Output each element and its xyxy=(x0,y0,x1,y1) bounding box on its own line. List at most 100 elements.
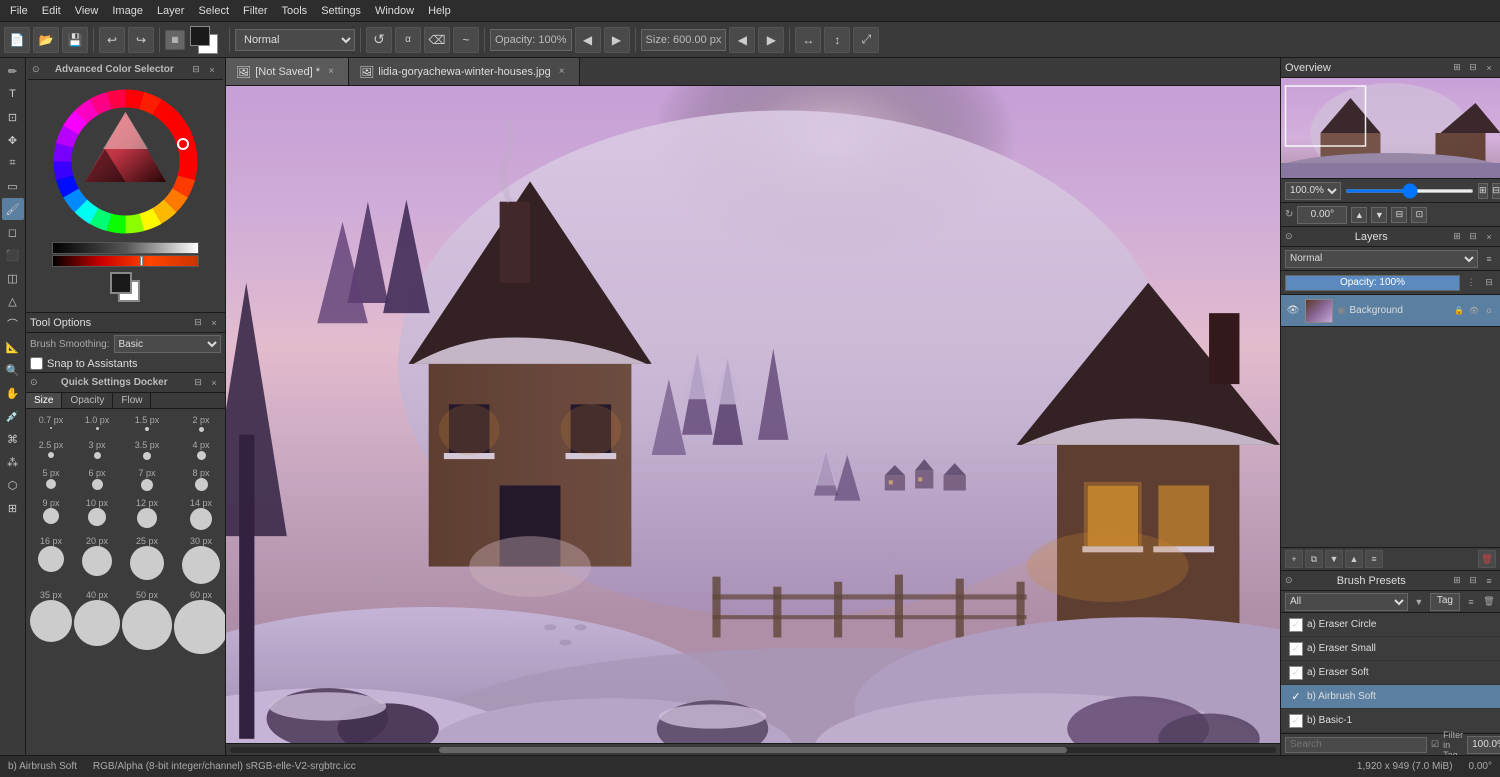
opacity-down-btn[interactable]: ◀ xyxy=(575,27,601,53)
brush-size-item-8[interactable]: 5 px xyxy=(30,468,72,492)
menu-image[interactable]: Image xyxy=(106,3,149,19)
layers-delete-btn[interactable]: 🗑 xyxy=(1478,550,1496,568)
qs-tab-opacity[interactable]: Opacity xyxy=(62,393,113,408)
menu-file[interactable]: File xyxy=(4,3,34,19)
layers-close-btn[interactable]: × xyxy=(1482,230,1496,244)
brush-size-item-0[interactable]: 0.7 px xyxy=(30,415,72,434)
open-button[interactable]: 📂 xyxy=(33,27,59,53)
rotation-reset-btn[interactable]: ⊟ xyxy=(1391,207,1407,223)
brush-size-item-10[interactable]: 7 px xyxy=(122,468,172,492)
brush-presets-maximize-btn[interactable]: ⊞ xyxy=(1450,574,1464,588)
brush-size-item-9[interactable]: 6 px xyxy=(74,468,120,492)
pattern-button[interactable]: ▦ xyxy=(165,30,185,50)
canvas-scroll-thumb-h[interactable] xyxy=(439,747,1067,753)
value-slider[interactable] xyxy=(52,242,199,254)
tool-transform[interactable]: ⌗ xyxy=(2,152,24,174)
canvas-size-btn[interactable]: ⊡ xyxy=(1411,207,1427,223)
canvas-painting[interactable] xyxy=(226,86,1280,743)
redo-button[interactable]: ↪ xyxy=(128,27,154,53)
layers-move-up-btn[interactable]: ▲ xyxy=(1345,550,1363,568)
opacity-up-btn[interactable]: ▶ xyxy=(604,27,630,53)
brush-size-item-21[interactable]: 40 px xyxy=(74,590,120,654)
qs-tab-size[interactable]: Size xyxy=(26,393,62,408)
snap-to-assistants-checkbox[interactable] xyxy=(30,357,43,370)
menu-settings[interactable]: Settings xyxy=(315,3,367,19)
save-button[interactable]: 💾 xyxy=(62,27,88,53)
tool-pan[interactable]: ✋ xyxy=(2,382,24,404)
layer-item-background[interactable]: 👁 ▣ Background 🔒 👁 α xyxy=(1281,295,1500,327)
tool-options-close-btn[interactable]: × xyxy=(207,316,221,330)
color-panel-close-btn[interactable]: × xyxy=(205,63,219,77)
brush-item-basic1[interactable]: ✓ b) Basic-1 xyxy=(1281,709,1500,733)
brush-size-item-14[interactable]: 12 px xyxy=(122,498,172,530)
layer-visible-icon[interactable]: 👁 xyxy=(1467,304,1481,318)
quick-settings-close-btn[interactable]: × xyxy=(207,376,221,390)
canvas-tab-reference[interactable]: 🖼 lidia-goryachewa-winter-houses.jpg × xyxy=(349,58,580,85)
overview-float-btn[interactable]: ⊟ xyxy=(1466,61,1480,75)
qs-tab-flow[interactable]: Flow xyxy=(113,393,151,408)
layers-properties-btn[interactable]: ≡ xyxy=(1365,550,1383,568)
menu-view[interactable]: View xyxy=(69,3,105,19)
overview-thumbnail[interactable] xyxy=(1281,78,1500,178)
layer-extra-btn[interactable]: ⊟ xyxy=(1482,276,1496,290)
layer-filter-btn[interactable]: ≡ xyxy=(1482,252,1496,266)
brush-presets-more-btn[interactable]: ≡ xyxy=(1482,574,1496,588)
brush-size-item-7[interactable]: 4 px xyxy=(174,440,225,462)
brush-presets-float-btn[interactable]: ⊟ xyxy=(1466,574,1480,588)
layer-visibility-icon[interactable]: 👁 xyxy=(1285,303,1301,319)
zoom-select[interactable]: 100.0% xyxy=(1285,182,1341,200)
brush-size-item-4[interactable]: 2.5 px xyxy=(30,440,72,462)
menu-help[interactable]: Help xyxy=(422,3,457,19)
tool-select-rect[interactable]: ▭ xyxy=(2,175,24,197)
mirror-v-btn[interactable]: ↕ xyxy=(824,27,850,53)
lock-alpha-button[interactable]: α xyxy=(395,27,421,53)
canvas-tab-unsaved-close[interactable]: × xyxy=(324,65,338,79)
color-wheel-svg[interactable] xyxy=(48,84,203,239)
brush-presets-trash-btn[interactable]: 🗑 xyxy=(1482,595,1496,609)
canvas-viewport[interactable] xyxy=(226,86,1280,743)
tool-shapes[interactable]: △ xyxy=(2,290,24,312)
brush-size-item-5[interactable]: 3 px xyxy=(74,440,120,462)
brush-size-item-17[interactable]: 20 px xyxy=(74,536,120,584)
brush-size-item-19[interactable]: 30 px xyxy=(174,536,225,584)
layers-maximize-btn[interactable]: ⊞ xyxy=(1450,230,1464,244)
brush-tag-button[interactable]: Tag xyxy=(1430,593,1460,611)
tool-freehand[interactable]: ✏ xyxy=(2,60,24,82)
brush-size-item-3[interactable]: 2 px xyxy=(174,415,225,434)
zoom-fit-btn[interactable]: ⊞ xyxy=(1478,183,1488,199)
layer-more-btn[interactable]: ⋮ xyxy=(1464,276,1478,290)
reset-button[interactable]: ↺ xyxy=(366,27,392,53)
brush-presets-view-btn[interactable]: ≡ xyxy=(1464,595,1478,609)
undo-button[interactable]: ↩ xyxy=(99,27,125,53)
tool-path[interactable]: ⌒ xyxy=(2,313,24,335)
menu-layer[interactable]: Layer xyxy=(151,3,191,19)
brush-item-airbrush-soft[interactable]: ✓ b) Airbrush Soft xyxy=(1281,685,1500,709)
rotation-up-btn[interactable]: ▲ xyxy=(1351,207,1367,223)
brush-smoothing-select[interactable]: Basic xyxy=(114,335,222,353)
zoom-reset-btn[interactable]: ⊟ xyxy=(1492,183,1500,199)
brush-size-item-22[interactable]: 50 px xyxy=(122,590,172,654)
overview-maximize-btn[interactable]: ⊞ xyxy=(1450,61,1464,75)
zoom-slider[interactable] xyxy=(1345,189,1474,193)
foreground-color-swatch[interactable] xyxy=(110,272,132,294)
tool-colorpick[interactable]: 💉 xyxy=(2,405,24,427)
tool-assistant[interactable]: ⌘ xyxy=(2,428,24,450)
layers-copy-btn[interactable]: ⧉ xyxy=(1305,550,1323,568)
tool-crop[interactable]: ⊡ xyxy=(2,106,24,128)
brush-item-eraser-soft[interactable]: ✓ a) Eraser Soft xyxy=(1281,661,1500,685)
rotation-down-btn[interactable]: ▼ xyxy=(1371,207,1387,223)
brush-size-item-1[interactable]: 1.0 px xyxy=(74,415,120,434)
brush-size-item-20[interactable]: 35 px xyxy=(30,590,72,654)
brush-size-item-12[interactable]: 9 px xyxy=(30,498,72,530)
tool-smart-patch[interactable]: ⬡ xyxy=(2,474,24,496)
layers-float-btn[interactable]: ⊟ xyxy=(1466,230,1480,244)
canvas-scrollbar-horizontal[interactable] xyxy=(226,743,1280,755)
menu-select[interactable]: Select xyxy=(192,3,235,19)
menu-filter[interactable]: Filter xyxy=(237,3,273,19)
tool-multibrush[interactable]: ⁂ xyxy=(2,451,24,473)
brush-size-item-6[interactable]: 3.5 px xyxy=(122,440,172,462)
overview-close-btn[interactable]: × xyxy=(1482,61,1496,75)
menu-tools[interactable]: Tools xyxy=(276,3,314,19)
foreground-color-swatch[interactable] xyxy=(190,26,210,46)
mirror-h-btn[interactable]: ↔ xyxy=(795,27,821,53)
